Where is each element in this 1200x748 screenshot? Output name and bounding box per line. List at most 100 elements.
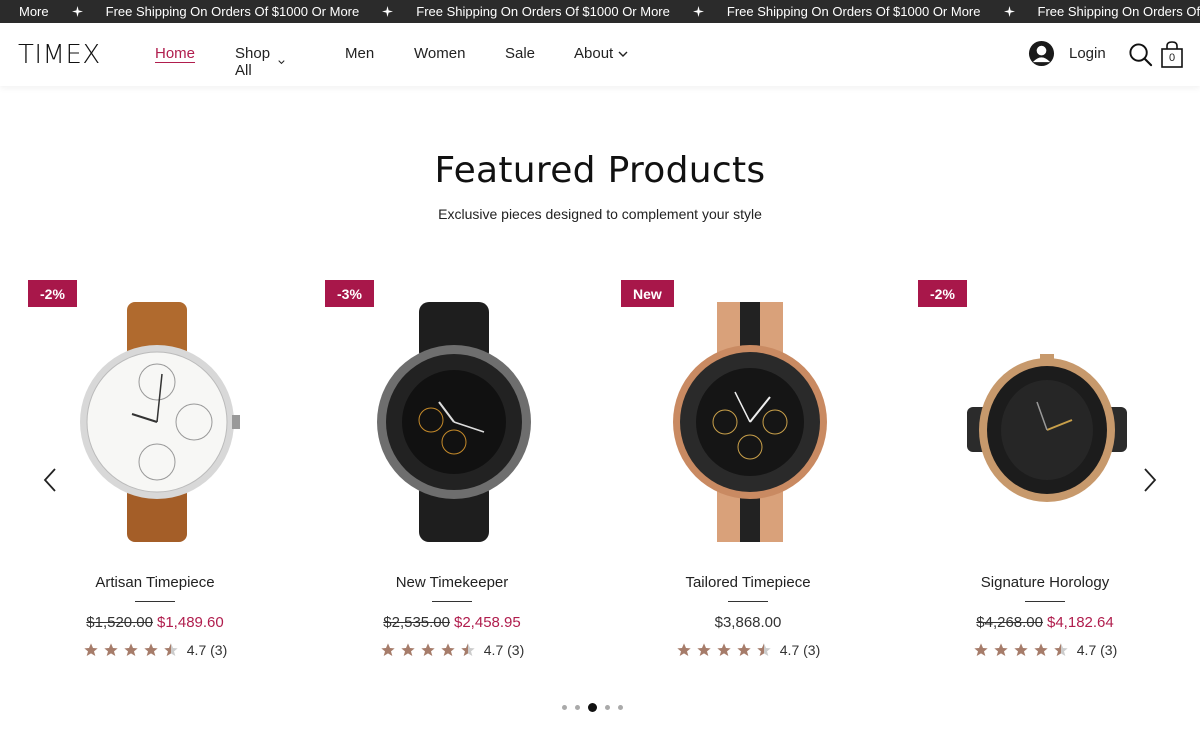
carousel-dot[interactable] xyxy=(605,704,610,710)
carousel-dot[interactable] xyxy=(562,704,567,710)
nav-men[interactable]: Men xyxy=(345,45,374,62)
divider xyxy=(135,601,175,602)
product-image[interactable] xyxy=(962,302,1132,542)
sparkle-icon xyxy=(692,6,704,17)
star-icon xyxy=(124,643,138,656)
announcement-text: Free Shipping On Orders Of $1000 Or More xyxy=(416,4,670,19)
login-label: Login xyxy=(1069,45,1106,62)
rating-text: 4.7 (3) xyxy=(779,642,821,658)
star-icon xyxy=(104,643,118,656)
rating-text: 4.7 (3) xyxy=(483,642,525,658)
divider xyxy=(432,601,472,602)
discount-badge: -3% xyxy=(325,280,374,307)
divider xyxy=(728,601,768,602)
rating: 4.7 (3) xyxy=(918,642,1172,658)
price-row: $3,868.00 xyxy=(621,614,875,631)
cart-button[interactable]: 0 xyxy=(1160,41,1184,69)
section-title: Featured Products xyxy=(434,150,766,191)
announcement-text: Free Shipping On Orders Of $100 xyxy=(1037,4,1200,19)
star-icon xyxy=(84,643,98,656)
star-icon xyxy=(1034,643,1048,656)
product-card[interactable]: -2% Artisan Timepiece $1,520.00 $1,489.60… xyxy=(28,280,296,670)
sale-price: $1,489.60 xyxy=(157,614,224,631)
nav-about[interactable]: About xyxy=(574,45,628,62)
price-row: $4,268.00 $4,182.64 xyxy=(918,614,1172,631)
cart-count: 0 xyxy=(1168,52,1176,64)
site-header: TIMEX Home Shop All Men Women Sale About… xyxy=(0,23,1200,86)
section-subtitle: Exclusive pieces designed to complement … xyxy=(438,206,762,222)
product-image[interactable] xyxy=(665,302,835,542)
price-row: $2,535.00 $2,458.95 xyxy=(325,614,579,631)
nav-label: About xyxy=(574,45,614,62)
sparkle-icon xyxy=(1003,6,1015,17)
nav-women[interactable]: Women xyxy=(414,45,465,62)
nav-home[interactable]: Home xyxy=(155,45,195,62)
price-row: $1,520.00 $1,489.60 xyxy=(28,614,282,631)
chevron-down-icon xyxy=(618,51,628,57)
nav-label: Shop All xyxy=(235,45,271,79)
product-name[interactable]: Signature Horology xyxy=(918,574,1172,591)
nav-label: Women xyxy=(414,45,466,62)
star-icon xyxy=(974,643,988,656)
announcement-bar: More Free Shipping On Orders Of $1000 Or… xyxy=(0,0,1200,23)
star-rating xyxy=(380,642,476,658)
chevron-down-icon xyxy=(278,60,285,65)
nav-label: Sale xyxy=(505,45,536,62)
half-star-icon xyxy=(461,643,475,656)
sale-price: $4,182.64 xyxy=(1047,614,1114,631)
price: $3,868.00 xyxy=(714,614,782,631)
rating-text: 4.7 (3) xyxy=(1076,642,1118,658)
star-rating xyxy=(83,642,179,658)
original-price: $4,268.00 xyxy=(976,614,1043,631)
star-icon xyxy=(381,643,395,656)
search-icon[interactable] xyxy=(1128,42,1153,67)
login-button[interactable]: Login xyxy=(1028,40,1106,67)
sparkle-icon xyxy=(382,6,394,17)
star-icon xyxy=(144,643,158,656)
star-rating xyxy=(973,642,1069,658)
star-icon xyxy=(1014,643,1028,656)
sale-price: $2,458.95 xyxy=(454,614,521,631)
star-icon xyxy=(421,643,435,656)
star-rating xyxy=(676,642,772,658)
announcement-track: More Free Shipping On Orders Of $1000 Or… xyxy=(19,0,1200,23)
nav-sale[interactable]: Sale xyxy=(505,45,535,62)
half-star-icon xyxy=(757,643,771,656)
nav-label: Home xyxy=(155,45,196,62)
product-image[interactable] xyxy=(72,302,242,542)
product-image[interactable] xyxy=(369,302,539,542)
star-icon xyxy=(994,643,1008,656)
carousel-dot[interactable] xyxy=(575,704,580,710)
star-icon xyxy=(401,643,415,656)
product-name[interactable]: Tailored Timepiece xyxy=(621,574,875,591)
rating: 4.7 (3) xyxy=(621,642,875,658)
product-card[interactable]: -2% Signature Horology $4,268.00 $4,182.6… xyxy=(918,280,1186,670)
discount-badge: -2% xyxy=(918,280,967,307)
product-name[interactable]: Artisan Timepiece xyxy=(28,574,282,591)
site-logo[interactable]: TIMEX xyxy=(18,40,101,70)
product-card[interactable]: New Tailored Timepiece $3,868.00 4.7 (3) xyxy=(621,280,889,670)
nav-label: Men xyxy=(345,45,375,62)
half-star-icon xyxy=(1054,643,1068,656)
original-price: $1,520.00 xyxy=(86,614,153,631)
sparkle-icon xyxy=(71,6,83,17)
carousel-pagination xyxy=(562,702,623,712)
star-icon xyxy=(737,643,751,656)
star-icon xyxy=(717,643,731,656)
carousel-dot-active[interactable] xyxy=(588,702,597,712)
user-avatar-icon xyxy=(1028,40,1055,67)
half-star-icon xyxy=(164,643,178,656)
discount-badge: -2% xyxy=(28,280,77,307)
announcement-text: Free Shipping On Orders Of $1000 Or More xyxy=(726,4,981,19)
announcement-text: Free Shipping On Orders Of $1000 Or More xyxy=(105,4,360,19)
nav-shop-all[interactable]: Shop All xyxy=(235,45,285,79)
carousel-dot[interactable] xyxy=(618,704,623,710)
original-price: $2,535.00 xyxy=(383,614,450,631)
divider xyxy=(1025,601,1065,602)
star-icon xyxy=(441,643,455,656)
product-name[interactable]: New Timekeeper xyxy=(325,574,579,591)
announcement-text: More xyxy=(19,4,49,19)
rating: 4.7 (3) xyxy=(28,642,282,658)
rating: 4.7 (3) xyxy=(325,642,579,658)
product-card[interactable]: -3% New Timekeeper $2,535.00 $2,458.95 4.… xyxy=(325,280,593,670)
